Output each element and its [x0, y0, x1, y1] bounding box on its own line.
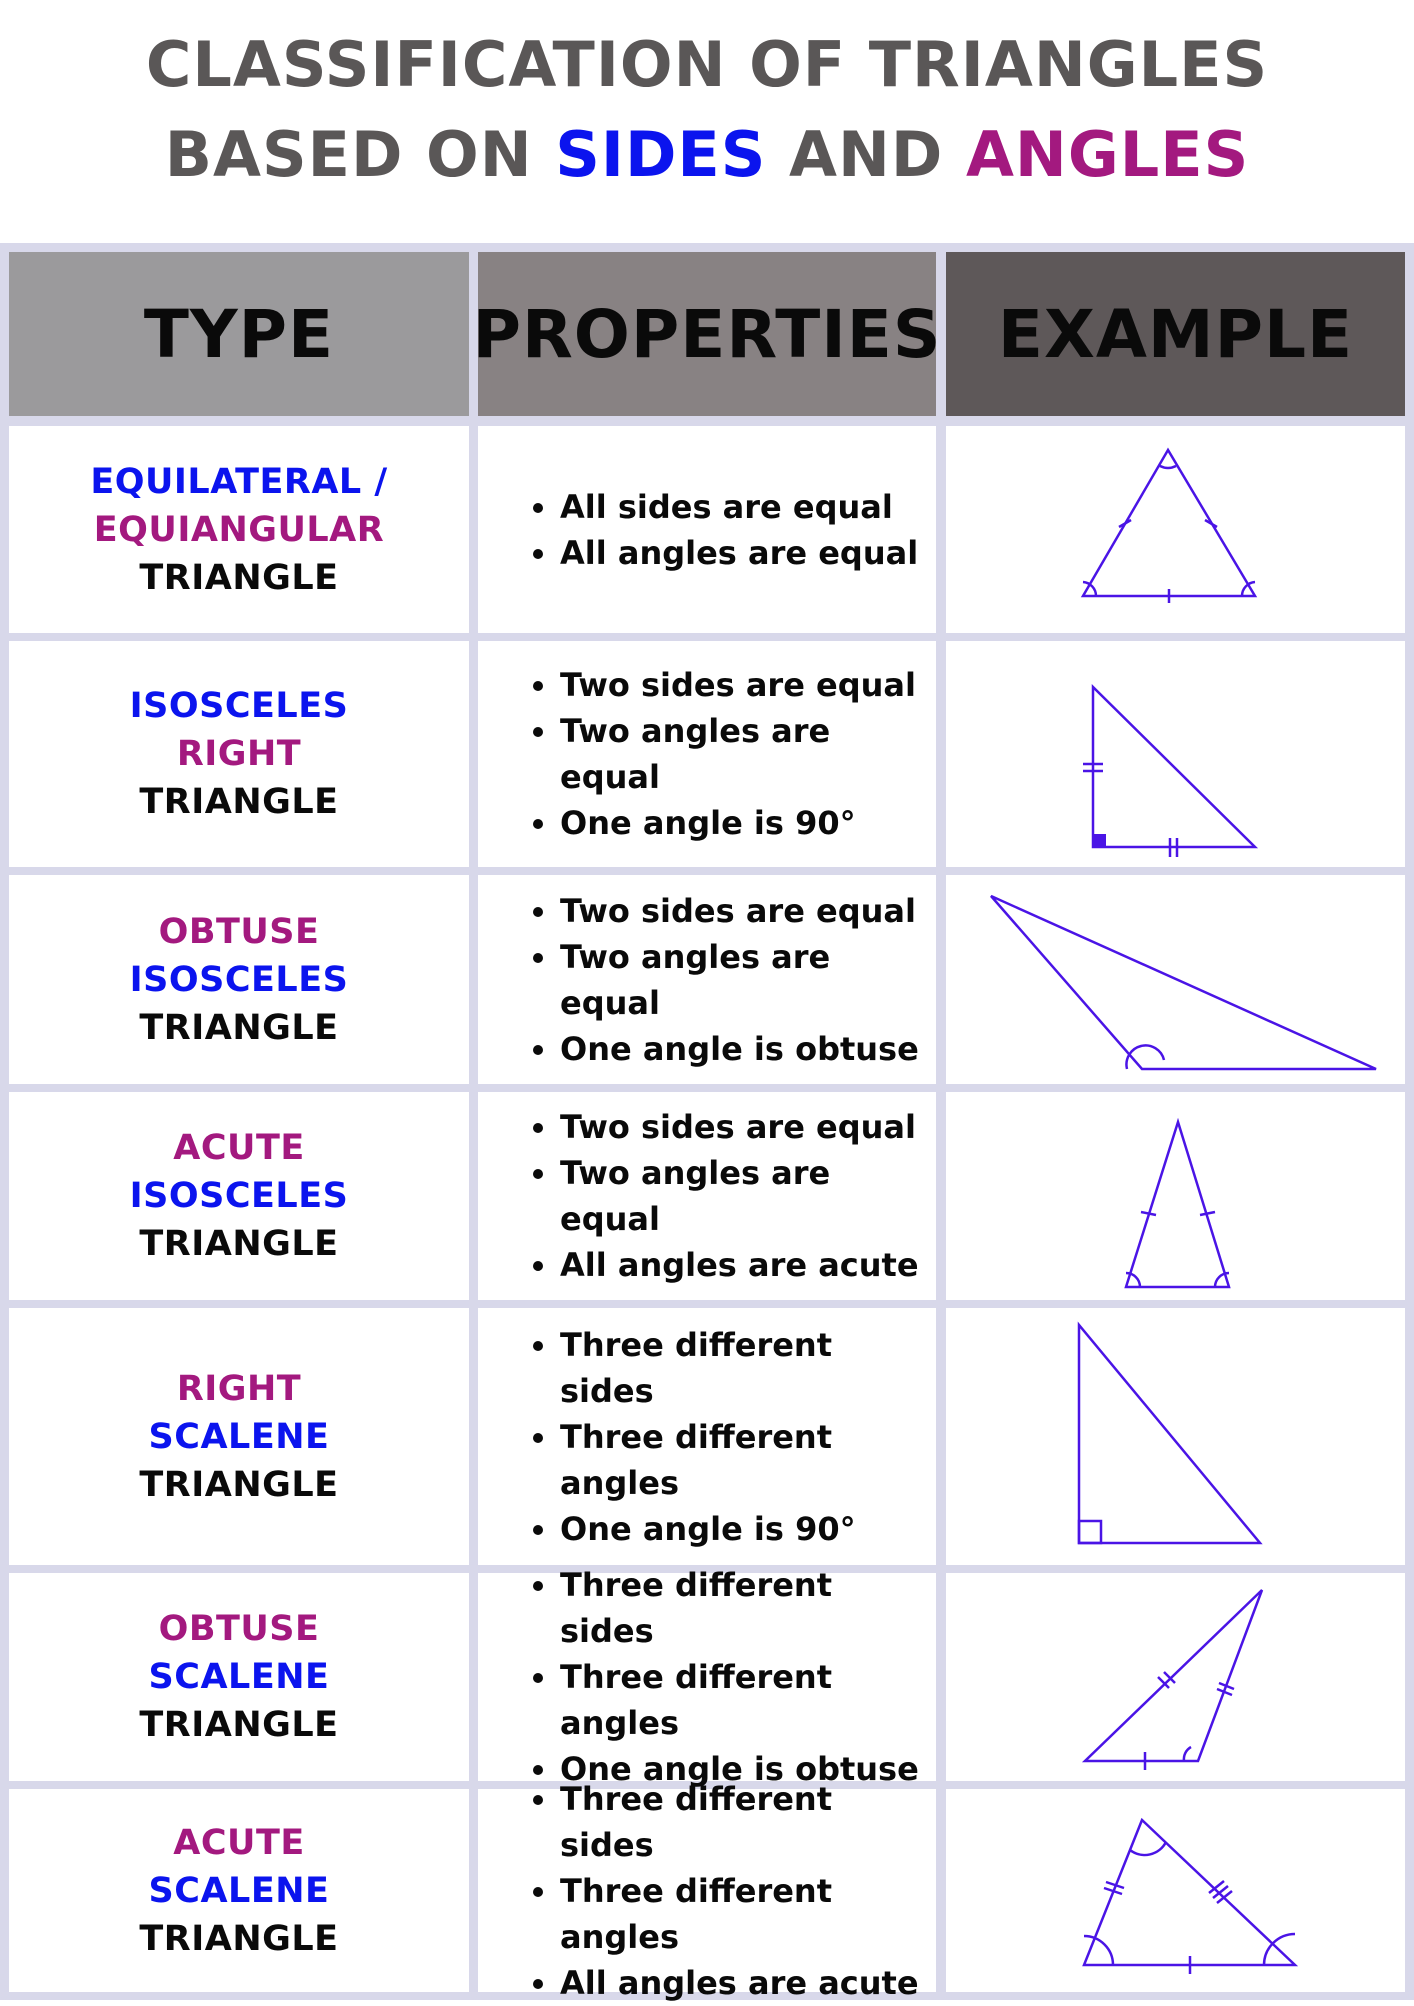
property-item: All angles are equal	[560, 530, 918, 576]
title-line-2: BASED ON SIDES AND ANGLES	[0, 110, 1414, 200]
type-line: TRIANGLE	[139, 1464, 339, 1505]
header-example: EXAMPLE	[946, 252, 1405, 416]
type-line: OBTUSE	[158, 911, 320, 952]
page-title: CLASSIFICATION OF TRIANGLES BASED ON SID…	[0, 0, 1414, 240]
type-line: TRIANGLE	[139, 1007, 339, 1048]
property-item: Two angles are equal	[560, 708, 936, 800]
type-cell: ACUTE ISOSCELES TRIANGLE	[9, 1092, 469, 1300]
type-line: TRIANGLE	[139, 1224, 339, 1264]
title-angles: ANGLES	[965, 118, 1250, 191]
header-type: TYPE	[9, 252, 469, 416]
example-cell	[946, 641, 1405, 867]
type-line: ISOSCELES	[129, 959, 349, 1000]
property-item: Two sides are equal	[560, 662, 936, 708]
example-cell	[946, 426, 1405, 633]
property-item: One angle is 90°	[560, 1506, 936, 1552]
type-cell: RIGHT SCALENE TRIANGLE	[9, 1308, 469, 1565]
properties-cell: Two sides are equalTwo angles are equalO…	[478, 875, 936, 1084]
type-line: TRIANGLE	[139, 1918, 339, 1959]
type-line: RIGHT	[176, 734, 302, 774]
properties-list: Two sides are equalTwo angles are equalA…	[530, 1104, 936, 1288]
property-item: Two angles are equal	[560, 1150, 936, 1242]
properties-cell: Three different sidesThree different ang…	[478, 1308, 936, 1565]
type-line: SCALENE	[148, 1657, 330, 1697]
type-cell: ACUTE SCALENE TRIANGLE	[9, 1789, 469, 1992]
properties-list: Two sides are equalTwo angles are equalO…	[530, 662, 936, 846]
properties-cell: Two sides are equalTwo angles are equalA…	[478, 1092, 936, 1300]
type-line: OBTUSE	[158, 1609, 320, 1649]
properties-cell: Three different sidesThree different ang…	[478, 1780, 936, 2002]
type-cell: OBTUSE SCALENE TRIANGLE	[9, 1573, 469, 1781]
title-sides: SIDES	[555, 118, 767, 191]
example-cell	[946, 1308, 1405, 1565]
type-line: ISOSCELES	[129, 686, 349, 726]
type-line: EQUILATERAL /	[90, 461, 388, 502]
property-item: Two sides are equal	[560, 1104, 936, 1150]
property-item: Three different sides	[560, 1776, 936, 1868]
properties-list: Two sides are equalTwo angles are equalO…	[530, 888, 936, 1072]
property-item: All sides are equal	[560, 484, 918, 530]
type-cell: ISOSCELES RIGHT TRIANGLE	[9, 641, 469, 867]
property-item: Three different angles	[560, 1868, 936, 1960]
type-line: TRIANGLE	[139, 1705, 339, 1745]
property-item: Three different sides	[560, 1322, 936, 1414]
property-item: Three different angles	[560, 1654, 936, 1746]
property-item: Two angles are equal	[560, 934, 936, 1026]
type-line: RIGHT	[176, 1368, 302, 1409]
properties-list: Three different sidesThree different ang…	[530, 1322, 936, 1552]
properties-list: All sides are equalAll angles are equal	[530, 484, 918, 576]
type-line: ACUTE	[173, 1128, 305, 1168]
type-line: TRIANGLE	[139, 782, 339, 822]
example-cell	[946, 1573, 1405, 1781]
example-cell	[946, 875, 1405, 1084]
type-line: EQUIANGULAR	[93, 509, 385, 550]
header-properties: PROPERTIES	[473, 252, 940, 416]
type-line: ACUTE	[173, 1822, 305, 1863]
classification-table: TYPE PROPERTIES EXAMPLE EQUILATERAL / EQU…	[0, 243, 1414, 2002]
property-item: All angles are acute	[560, 1960, 936, 2006]
properties-cell: All sides are equalAll angles are equal	[478, 426, 936, 633]
type-line: SCALENE	[148, 1870, 330, 1911]
example-cell	[946, 1092, 1405, 1300]
type-cell: OBTUSE ISOSCELES TRIANGLE	[9, 875, 469, 1084]
type-line: SCALENE	[148, 1416, 330, 1457]
properties-cell: Two sides are equalTwo angles are equalO…	[478, 641, 936, 867]
title-line-1: CLASSIFICATION OF TRIANGLES	[145, 28, 1269, 101]
property-item: One angle is obtuse	[560, 1026, 936, 1072]
properties-list: Three different sidesThree different ang…	[530, 1562, 936, 1792]
title-prefix: BASED ON	[164, 118, 556, 191]
properties-list: Three different sidesThree different ang…	[530, 1776, 936, 2006]
type-line: TRIANGLE	[139, 557, 339, 598]
properties-cell: Three different sidesThree different ang…	[478, 1566, 936, 1788]
property-item: Three different sides	[560, 1562, 936, 1654]
property-item: Three different angles	[560, 1414, 936, 1506]
example-cell	[946, 1789, 1405, 1992]
type-line: ISOSCELES	[129, 1176, 349, 1216]
property-item: One angle is 90°	[560, 800, 936, 846]
property-item: All angles are acute	[560, 1242, 936, 1288]
type-cell: EQUILATERAL / EQUIANGULAR TRIANGLE	[9, 426, 469, 633]
title-and: AND	[766, 118, 966, 191]
property-item: Two sides are equal	[560, 888, 936, 934]
